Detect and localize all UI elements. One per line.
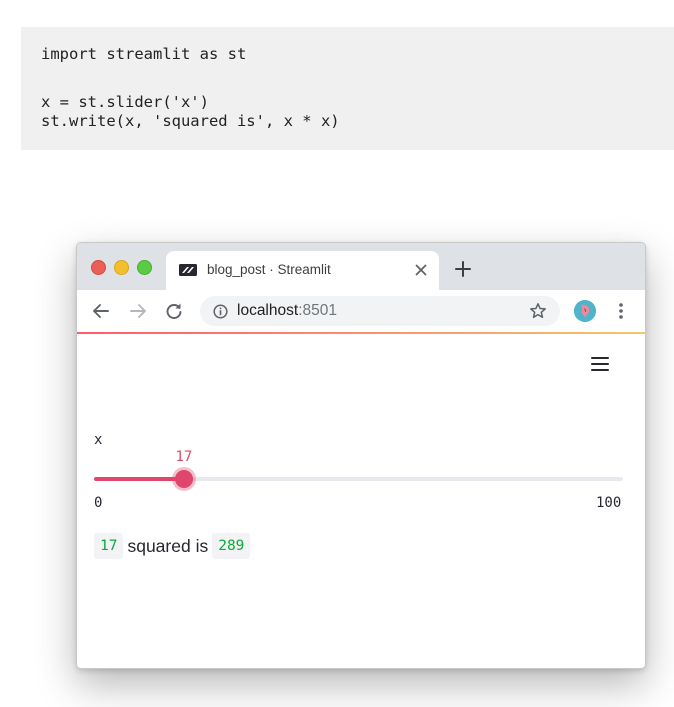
window-close-button[interactable] [91,260,106,275]
output-text: squared is [127,535,209,556]
tab-title: blog_post · Streamlit [207,262,331,277]
kebab-menu-icon[interactable] [617,302,625,320]
code-line: st.write(x, 'squared is', x * x) [41,112,340,130]
browser-toolbar: localhost:8501 [77,290,645,332]
reload-icon[interactable] [165,302,183,320]
streamlit-logo-icon [179,264,197,276]
tab-strip: blog_post · Streamlit [77,243,645,290]
code-line: x = st.slider('x') [41,93,209,111]
profile-icon [574,300,596,322]
slider-min-label: 0 [94,495,103,511]
url-host: localhost [237,302,299,319]
write-output: 17 squared is 289 [94,533,251,561]
slider-label: x [94,432,103,448]
close-icon[interactable] [414,263,428,277]
output-result: 289 [212,533,251,559]
slider-fill [94,477,184,481]
info-icon[interactable] [213,304,228,319]
slider-track[interactable] [94,470,623,488]
url-text: localhost:8501 [237,302,337,320]
browser-window: blog_post · Streamlit localhost:8501 x 1… [76,242,646,669]
hamburger-icon[interactable] [591,356,609,372]
slider-value: 17 [175,449,193,465]
plus-icon[interactable] [455,261,471,277]
code-line: import streamlit as st [41,45,247,63]
window-minimize-button[interactable] [114,260,129,275]
star-icon[interactable] [529,302,547,320]
window-maximize-button[interactable] [137,260,152,275]
slider-thumb[interactable] [174,470,193,488]
url-port: :8501 [298,302,337,319]
slider-max-label: 100 [596,495,622,511]
forward-arrow-icon[interactable] [129,302,147,320]
address-bar[interactable]: localhost:8501 [200,296,560,326]
avatar[interactable] [574,300,596,322]
code-snippet: import streamlit as st x = st.slider('x'… [21,27,674,150]
browser-tab[interactable]: blog_post · Streamlit [166,251,439,290]
back-arrow-icon[interactable] [92,302,110,320]
streamlit-app: x 17 0 100 17 squared is 289 [77,334,645,668]
output-value: 17 [94,533,124,559]
